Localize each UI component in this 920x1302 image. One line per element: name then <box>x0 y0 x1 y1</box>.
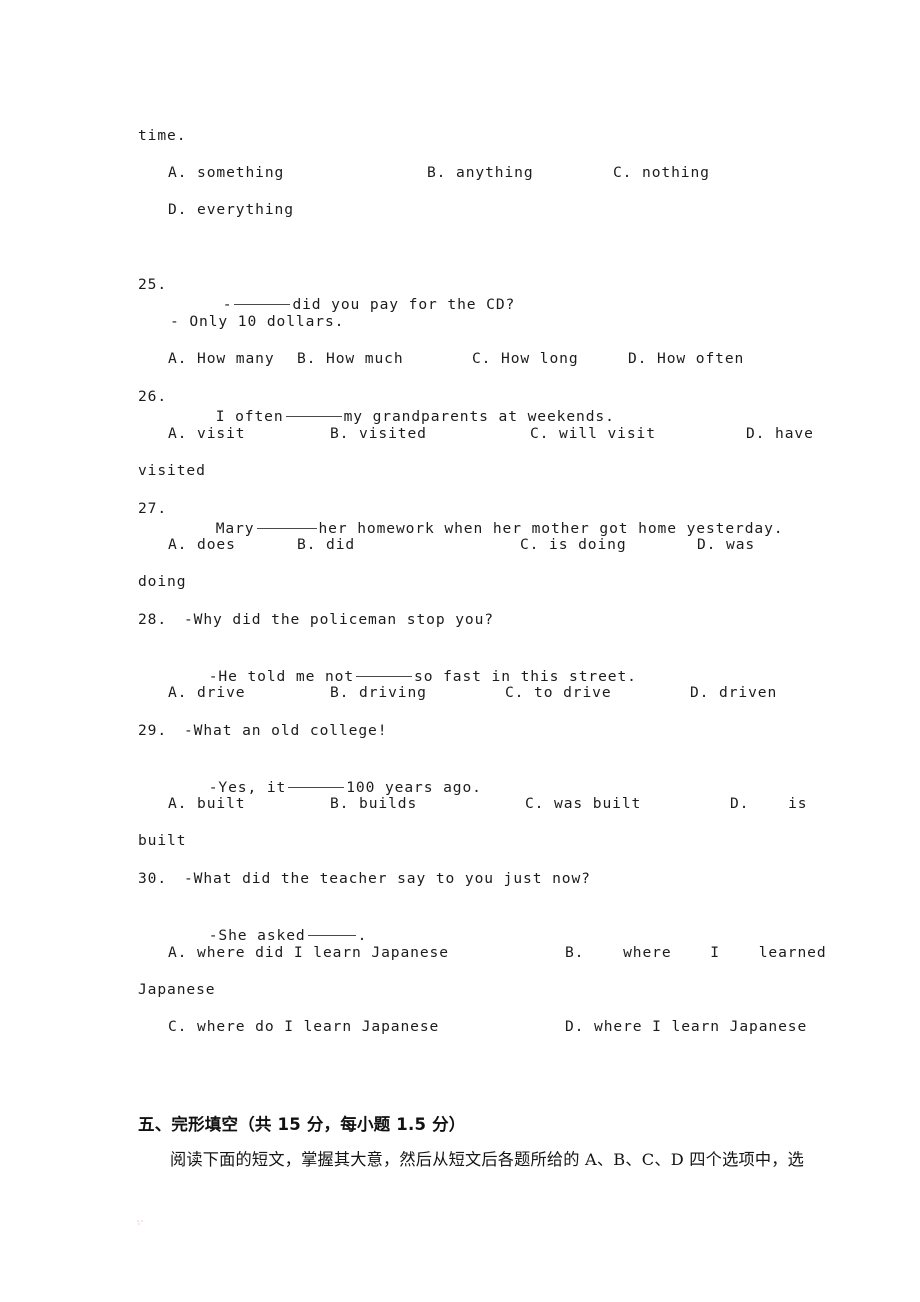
question-28-option-d[interactable]: D. driven <box>690 684 777 701</box>
question-27-option-b[interactable]: B. did <box>297 536 355 553</box>
question-30-reply-suffix: . <box>357 927 368 944</box>
question-30-option-b-wrap[interactable]: Japanese <box>138 981 216 998</box>
question-25-stem-prefix: - <box>222 296 233 313</box>
question-25-option-d[interactable]: D. How often <box>628 350 744 367</box>
question-25-reply: - Only 10 dollars. <box>170 313 345 330</box>
question-29-option-d[interactable]: D. is <box>730 795 808 812</box>
question-29-option-b[interactable]: B. builds <box>330 795 417 812</box>
question-28-reply-suffix: so fast in this street. <box>414 668 637 685</box>
question-27-option-d-wrap[interactable]: doing <box>138 573 186 590</box>
question-29-reply-suffix: 100 years ago. <box>346 779 482 796</box>
question-30-option-d[interactable]: D. where I learn Japanese <box>565 1018 807 1035</box>
question-30-blank[interactable] <box>307 935 356 936</box>
question-28-option-a[interactable]: A. drive <box>168 684 246 701</box>
question-29-stem: -What an old college! <box>184 722 388 739</box>
carryover-stem-tail: time. <box>138 127 187 144</box>
question-26-stem-suffix: my grandparents at weekends. <box>343 408 615 425</box>
carryover-option-c[interactable]: C. nothing <box>613 164 710 181</box>
question-28-number: 28. <box>138 611 168 628</box>
question-30-option-b[interactable]: B. where I learned <box>565 944 827 961</box>
question-25-option-c[interactable]: C. How long <box>472 350 579 367</box>
question-27-option-a[interactable]: A. does <box>168 536 236 553</box>
question-25-option-a[interactable]: A. How many <box>168 350 275 367</box>
scan-artifact <box>137 1220 144 1225</box>
question-26-option-b[interactable]: B. visited <box>330 425 427 442</box>
question-26-stem-prefix: I often <box>215 408 284 425</box>
question-26-option-d-wrap[interactable]: visited <box>138 462 206 479</box>
carryover-option-b[interactable]: B. anything <box>427 164 534 181</box>
question-29-reply-prefix: -Yes, it <box>208 779 287 796</box>
question-30-option-a[interactable]: A. where did I learn Japanese <box>168 944 449 961</box>
question-29-option-c[interactable]: C. was built <box>525 795 641 812</box>
question-29-number: 29. <box>138 722 168 739</box>
question-30-stem: -What did the teacher say to you just no… <box>184 870 591 887</box>
question-28-stem: -Why did the policeman stop you? <box>184 611 494 628</box>
question-26-option-c[interactable]: C. will visit <box>530 425 656 442</box>
question-28-reply-prefix: -He told me not <box>208 668 355 685</box>
question-30-option-c[interactable]: C. where do I learn Japanese <box>168 1018 439 1035</box>
carryover-option-d[interactable]: D. everything <box>168 201 294 218</box>
question-29-option-a[interactable]: A. built <box>168 795 246 812</box>
question-25-stem-suffix: did you pay for the CD? <box>292 296 516 313</box>
question-26-option-d[interactable]: D. have <box>746 425 814 442</box>
question-25-option-b[interactable]: B. How much <box>297 350 404 367</box>
question-30-number: 30. <box>138 870 168 887</box>
question-26-blank[interactable] <box>285 416 342 417</box>
question-29-option-d-wrap[interactable]: built <box>138 832 186 849</box>
question-26-option-a[interactable]: A. visit <box>168 425 246 442</box>
question-27-blank[interactable] <box>256 528 317 529</box>
question-29-blank[interactable] <box>288 787 345 788</box>
question-28-blank[interactable] <box>356 676 413 677</box>
question-27-number: 27. <box>138 500 168 517</box>
question-27-stem: Mary her homework when her mother got hom… <box>177 499 783 559</box>
carryover-option-a[interactable]: A. something <box>168 164 284 181</box>
question-27-stem-prefix: Mary <box>215 520 255 537</box>
question-28-option-b[interactable]: B. driving <box>330 684 427 701</box>
question-27-stem-suffix: her homework when her mother got home ye… <box>318 520 784 537</box>
question-27-option-c[interactable]: C. is doing <box>520 536 627 553</box>
document-page: time. A. something B. anything C. nothin… <box>0 0 920 1302</box>
question-27-option-d[interactable]: D. was <box>697 536 755 553</box>
question-25-number: 25. <box>138 276 168 293</box>
question-28-option-c[interactable]: C. to drive <box>505 684 612 701</box>
question-26-number: 26. <box>138 388 168 405</box>
section-heading: 五、完形填空（共 15 分，每小题 1.5 分） <box>138 1115 466 1134</box>
question-25-blank[interactable] <box>234 304 291 305</box>
section-instruction-text: 阅读下面的短文，掌握其大意，然后从短文后各题所给的 A、B、C、D 四个选项中，… <box>170 1150 805 1169</box>
question-30-reply-prefix: -She asked <box>208 927 306 944</box>
